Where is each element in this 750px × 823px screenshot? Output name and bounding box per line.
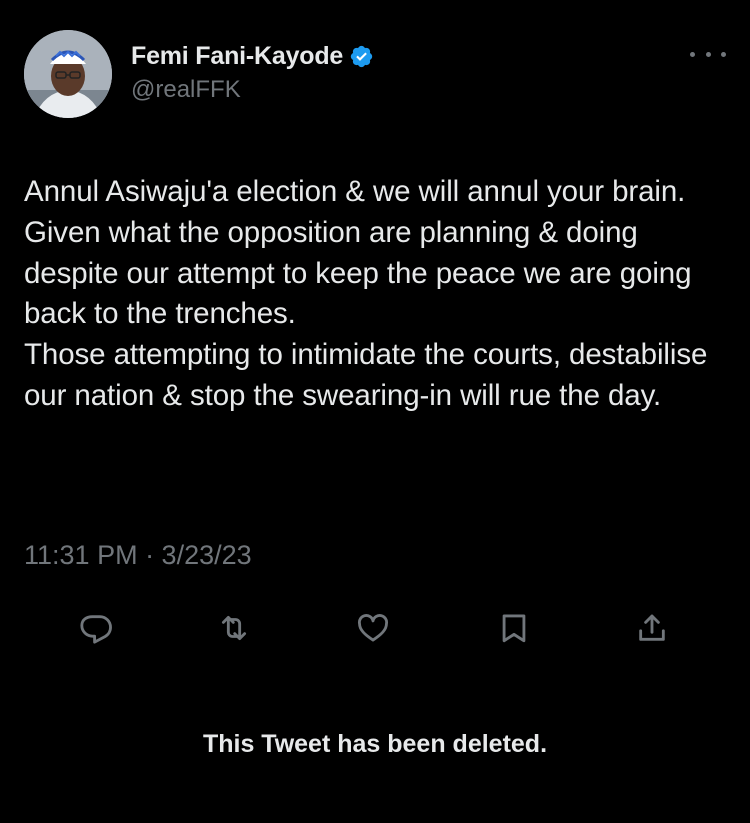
bookmark-button[interactable] — [496, 610, 532, 646]
author-display-name[interactable]: Femi Fani-Kayode — [131, 42, 343, 71]
retweet-button[interactable] — [216, 610, 252, 646]
author-name-row[interactable]: Femi Fani-Kayode — [131, 40, 374, 72]
bookmark-icon — [502, 614, 526, 643]
tweet-text: Annul Asiwaju'a election & we will annul… — [24, 175, 708, 412]
dot — [721, 51, 726, 57]
like-button[interactable] — [355, 610, 391, 646]
more-options-icon[interactable] — [690, 40, 726, 68]
dot — [690, 51, 695, 57]
author-handle[interactable]: @realFFK — [131, 76, 241, 104]
profile-photo — [24, 30, 112, 118]
like-icon — [358, 614, 388, 642]
share-button[interactable] — [634, 610, 670, 646]
retweet-icon — [221, 615, 247, 641]
reply-button[interactable] — [78, 610, 114, 646]
avatar[interactable] — [24, 30, 112, 118]
share-icon — [639, 614, 665, 641]
deleted-notice: This Tweet has been deleted. — [202, 730, 548, 758]
tweet-timestamp[interactable]: 11:31 PM · 3/23/23 — [24, 540, 252, 571]
verified-badge-icon — [350, 45, 373, 67]
dot — [705, 51, 711, 57]
reply-icon — [80, 615, 112, 644]
